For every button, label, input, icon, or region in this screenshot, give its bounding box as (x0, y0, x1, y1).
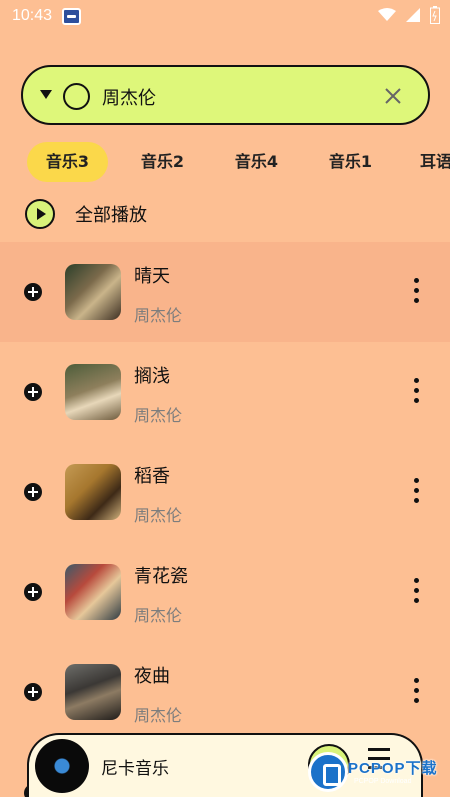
add-icon[interactable] (24, 383, 42, 401)
more-icon[interactable] (411, 678, 421, 706)
watermark-badge-icon (308, 752, 348, 792)
tab-music3[interactable]: 音乐3 (27, 142, 108, 182)
wifi-icon (378, 8, 396, 21)
add-icon[interactable] (24, 683, 42, 701)
album-cover (65, 664, 121, 720)
more-icon[interactable] (411, 378, 421, 406)
watermark-logo: PCPOP下载 PCPOP Download (308, 752, 450, 797)
song-title: 晴天 (134, 266, 170, 287)
tab-whisper[interactable]: 耳语 (420, 142, 450, 182)
status-bar: 10:43 (0, 0, 450, 34)
album-cover (65, 564, 121, 620)
album-cover (65, 464, 121, 520)
watermark-subtext: PCPOP Download (354, 778, 412, 785)
song-title: 稻香 (134, 466, 170, 487)
more-icon[interactable] (411, 578, 421, 606)
more-icon[interactable] (411, 278, 421, 306)
more-icon[interactable] (411, 478, 421, 506)
song-artist: 周杰伦 (134, 506, 183, 525)
song-title: 青花瓷 (134, 566, 188, 587)
song-list: 晴天 周杰伦 搁浅 周杰伦 稻香 周杰伦 青花瓷 周杰伦 夜曲 周杰伦 (0, 242, 450, 742)
list-item[interactable]: 稻香 周杰伦 (0, 442, 450, 542)
add-icon[interactable] (24, 283, 42, 301)
album-cover (65, 364, 121, 420)
song-artist: 周杰伦 (134, 406, 183, 425)
status-icons (378, 6, 440, 24)
tab-music2[interactable]: 音乐2 (122, 142, 203, 182)
tab-music1[interactable]: 音乐1 (310, 142, 391, 182)
song-artist: 周杰伦 (134, 606, 183, 625)
play-icon (25, 199, 55, 229)
category-tabs: 音乐3 音乐2 音乐4 音乐1 耳语 (27, 142, 450, 182)
watermark-text: PCPOP下载 (348, 760, 438, 777)
notification-icon (62, 8, 81, 25)
song-artist: 周杰伦 (134, 306, 183, 325)
list-item[interactable]: 搁浅 周杰伦 (0, 342, 450, 442)
album-cover (65, 264, 121, 320)
signal-icon (406, 8, 420, 22)
song-artist: 周杰伦 (134, 706, 183, 725)
list-item[interactable]: 夜曲 周杰伦 (0, 642, 450, 742)
song-title: 夜曲 (134, 666, 170, 687)
list-item[interactable]: 晴天 周杰伦 (0, 242, 450, 342)
player-track-name: 尼卡音乐 (101, 759, 169, 779)
tab-music4[interactable]: 音乐4 (216, 142, 297, 182)
play-all-label: 全部播放 (75, 205, 147, 226)
search-input[interactable]: 周杰伦 (102, 84, 156, 110)
play-all-button[interactable]: 全部播放 (25, 199, 147, 229)
song-title: 搁浅 (134, 366, 170, 387)
status-time: 10:43 (12, 7, 53, 24)
disc-icon (35, 739, 89, 793)
battery-icon (430, 6, 440, 24)
add-icon[interactable] (24, 583, 42, 601)
dropdown-arrow-icon[interactable] (40, 90, 52, 99)
search-circle-icon (63, 83, 90, 110)
search-bar[interactable]: 周杰伦 (21, 65, 430, 125)
add-icon[interactable] (24, 483, 42, 501)
list-item[interactable]: 青花瓷 周杰伦 (0, 542, 450, 642)
clear-icon[interactable] (380, 83, 406, 109)
